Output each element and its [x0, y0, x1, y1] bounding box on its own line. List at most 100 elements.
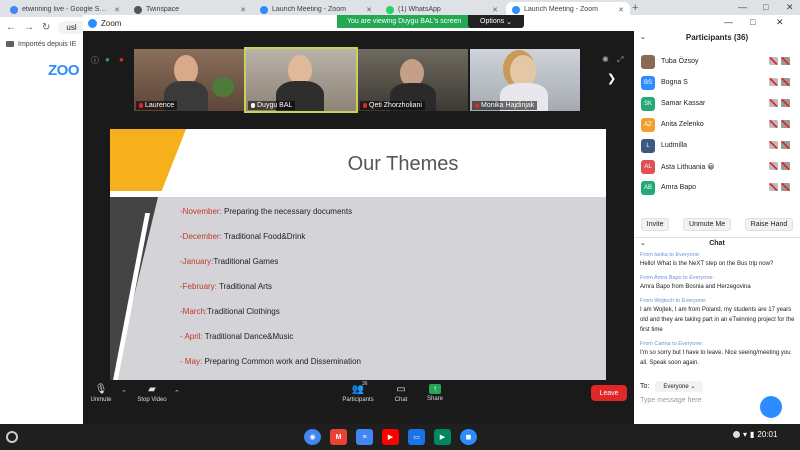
tab-label: Launch Meeting - Zoom [272, 6, 346, 13]
launcher-icon[interactable] [6, 431, 18, 443]
participant-name: Asta Lithuania 😀 [661, 163, 715, 171]
collapse-chevron-icon[interactable]: ⌄ [640, 238, 646, 250]
participants-list: Tuba Özsoy BS Bogna S SK Samar Kassar AZ… [634, 51, 800, 211]
unmute-me-button[interactable]: Unmute Me [682, 218, 732, 231]
video-thumbnail[interactable]: Monika Hajdinjak [470, 49, 580, 111]
shared-slide: Our Themes -November: Preparing the nece… [110, 129, 606, 396]
close-tab-icon[interactable]: ✕ [366, 6, 372, 14]
participant-row[interactable]: AB Amra Bapo [634, 177, 800, 198]
avatar: AZ [641, 117, 655, 132]
notification-icon [733, 431, 740, 438]
participant-row[interactable]: AZ Anita Zelenko [634, 114, 800, 135]
message-sender: From Carina to Everyone: [640, 341, 703, 347]
participant-row[interactable]: AL Asta Lithuania 😀 [634, 156, 800, 177]
audio-options-chevron-icon[interactable]: ⌃ [121, 389, 127, 397]
message-body: I am Wojtek, I am from Poland, my studen… [640, 307, 795, 333]
share-arrow-icon: ↑ [429, 384, 441, 394]
bookmark-folder-label[interactable]: Importés depuis IE [18, 41, 76, 48]
battery-icon: ▮ [750, 430, 755, 439]
message-sender: From Wojtech to Everyone: [640, 298, 707, 304]
share-screen-button[interactable]: ↑ Share [423, 384, 447, 402]
stop-video-button[interactable]: ▰ Stop Video [133, 384, 171, 403]
video-options-chevron-icon[interactable]: ⌃ [174, 389, 180, 397]
system-tray[interactable]: ▾ ▮ 20:01 [733, 430, 777, 439]
participants-count: 36 [362, 381, 368, 387]
close-tab-icon[interactable]: ✕ [618, 6, 624, 14]
settings-gear-icon[interactable]: ✺ [602, 55, 609, 64]
youtube-icon[interactable]: ▶ [382, 429, 399, 445]
info-icon[interactable]: ⓘ [91, 55, 99, 66]
participant-name: Samar Kassar [661, 100, 706, 107]
forward-icon[interactable]: → [24, 22, 34, 33]
avatar [641, 54, 655, 69]
chat-recipient: To: Everyone ⌄ [640, 381, 704, 392]
minimize-icon[interactable]: — [738, 2, 747, 12]
chat-message: From Ianka to Everyone: Hello! What is t… [640, 251, 796, 269]
muted-mic-icon [769, 162, 778, 170]
maximize-icon[interactable]: □ [763, 2, 768, 12]
folder-icon [6, 41, 14, 47]
gmail-icon[interactable]: M [330, 429, 347, 445]
reload-icon[interactable]: ↻ [42, 22, 50, 33]
participant-name: Anita Zelenko [661, 121, 704, 128]
files-icon[interactable]: ▭ [408, 429, 425, 445]
chat-bubble-icon: ▭ [396, 384, 406, 395]
zoom-minimize-icon[interactable]: — [724, 17, 733, 27]
theme-item: -March:Traditional Clothings [180, 307, 280, 316]
clock: 20:01 [757, 430, 778, 439]
participant-row[interactable]: SK Samar Kassar [634, 93, 800, 114]
theme-item: -November: Preparing the necessary docum… [180, 207, 353, 216]
video-thumbnail[interactable]: Laurence [134, 49, 244, 111]
docs-icon[interactable]: ≡ [356, 429, 373, 445]
back-icon[interactable]: ← [6, 22, 16, 33]
zoom-app-icon[interactable]: ◼ [460, 429, 477, 445]
avatar: AB [641, 180, 655, 195]
zoom-logo: ZOO [48, 62, 80, 79]
invite-button[interactable]: Invite [640, 218, 670, 231]
avatar: L [641, 138, 655, 153]
security-shield-icon[interactable]: ● [105, 55, 110, 64]
participant-row[interactable]: L Ludmilla [634, 135, 800, 156]
muted-mic-icon [769, 78, 778, 86]
theme-item: -December: Traditional Food&Drink [180, 232, 306, 241]
chat-message-input[interactable]: Type message here [640, 397, 701, 404]
video-off-icon [781, 57, 790, 65]
unmute-button[interactable]: 🎙 Unmute [89, 384, 113, 403]
close-tab-icon[interactable]: ✕ [492, 6, 498, 14]
fullscreen-icon[interactable]: ⤢ [617, 55, 623, 65]
leave-meeting-button[interactable]: Leave [591, 385, 627, 401]
participants-button[interactable]: 👥 36 Participants [338, 381, 378, 403]
zoom-close-icon[interactable]: ✕ [776, 17, 784, 28]
video-thumbnail[interactable]: Qeti Zhorzholiani [358, 49, 468, 111]
meeting-control-bar: 🎙 Unmute ⌃ ▰ Stop Video ⌃ 👥 36 Participa… [83, 380, 634, 408]
participant-row[interactable]: Tuba Özsoy [634, 51, 800, 72]
whatsapp-icon [386, 5, 394, 14]
close-tab-icon[interactable]: ✕ [114, 6, 120, 14]
theme-list: -November: Preparing the necessary docum… [180, 207, 361, 382]
participant-row[interactable]: BS Bogna S [634, 72, 800, 93]
message-body: Amra Bapo from Bosnia and Herzegovina [640, 284, 751, 290]
muted-mic-icon [363, 102, 367, 108]
close-window-icon[interactable]: ✕ [786, 2, 794, 13]
chat-message: From Carina to Everyone: I'm so sorry bu… [640, 340, 796, 368]
view-options-button[interactable]: Options ⌄ [468, 15, 524, 28]
raise-hand-button[interactable]: Raise Hand [744, 218, 794, 231]
participant-name: Duygu BAL [248, 101, 296, 110]
zoom-window: Zoom You are viewing Duygu BAL's screen … [83, 15, 800, 424]
recipient-select[interactable]: Everyone ⌄ [655, 381, 704, 392]
help-bubble-icon[interactable] [760, 396, 782, 418]
avatar: SK [641, 96, 655, 111]
close-tab-icon[interactable]: ✕ [240, 6, 246, 14]
muted-mic-icon [769, 57, 778, 65]
zoom-favicon-icon [260, 5, 268, 14]
zoom-maximize-icon[interactable]: □ [750, 17, 755, 27]
next-page-icon[interactable]: ❯ [607, 72, 616, 85]
play-store-icon[interactable]: ▶ [434, 429, 451, 445]
video-thumbnail-active-speaker[interactable]: Duygu BAL [244, 47, 358, 113]
new-tab-icon[interactable]: + [632, 2, 638, 14]
chrome-icon[interactable]: ◉ [304, 429, 321, 445]
participant-name: Tuba Özsoy [661, 58, 699, 65]
chat-button[interactable]: ▭ Chat [390, 384, 412, 403]
participant-name: Qeti Zhorzholiani [360, 101, 425, 110]
collapse-chevron-icon[interactable]: ⌄ [640, 31, 646, 45]
